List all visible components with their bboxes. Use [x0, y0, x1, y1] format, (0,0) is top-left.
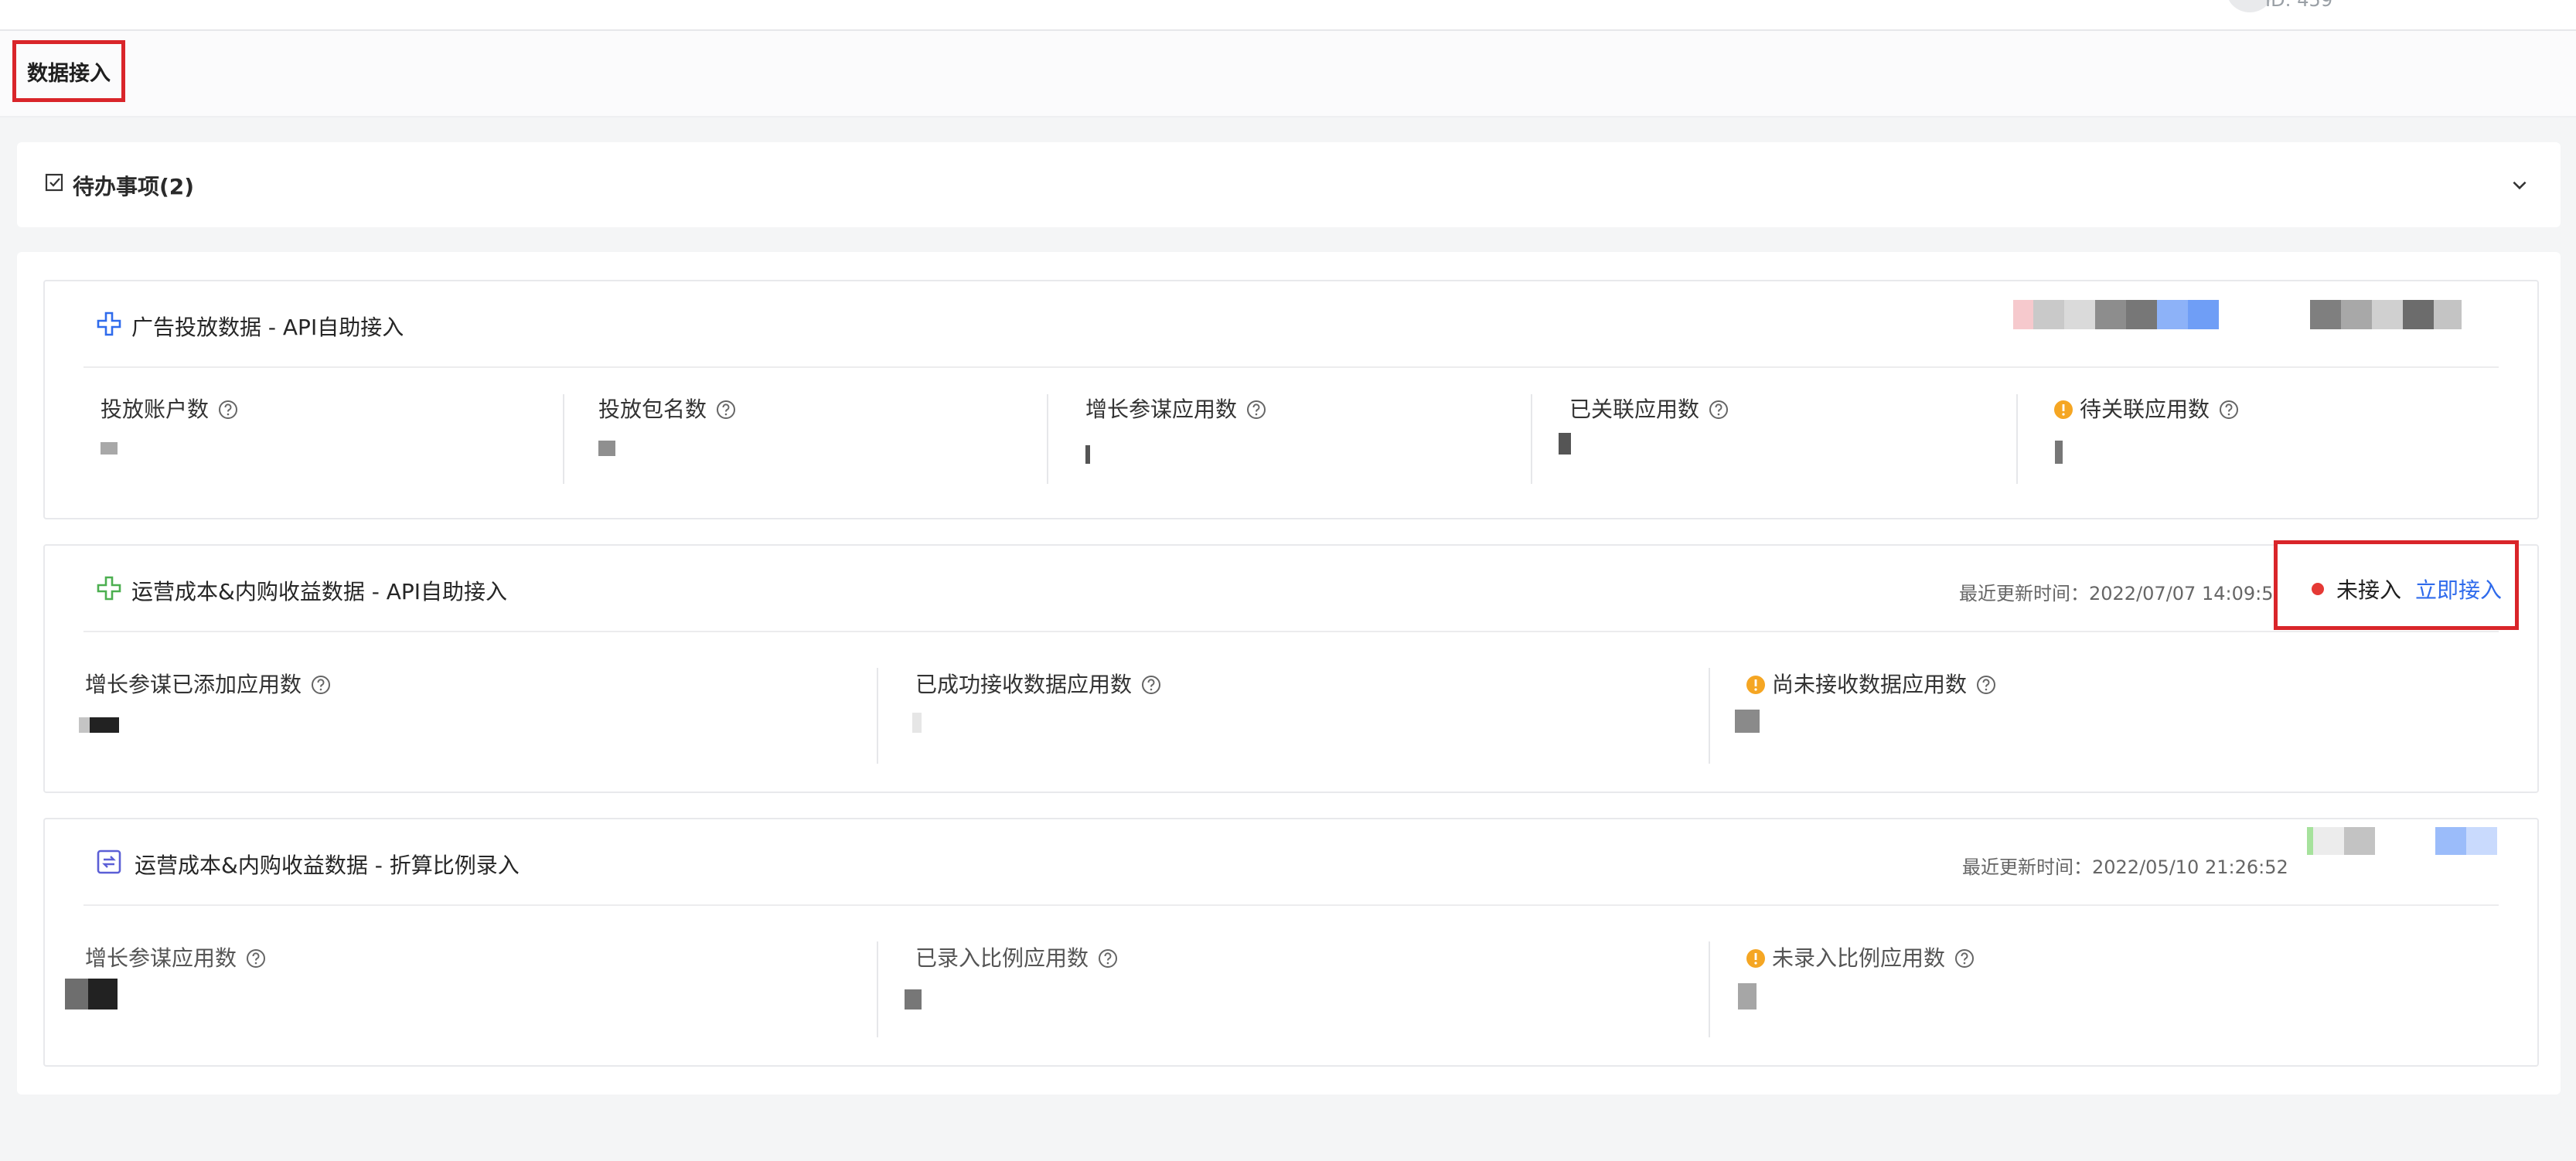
redacted-block	[2126, 300, 2157, 329]
redacted-value	[598, 441, 615, 456]
redacted-value	[1559, 433, 1571, 455]
redacted-value	[1738, 983, 1757, 1009]
status-dot	[2312, 583, 2324, 595]
todo-bar[interactable]: 待办事项(2)	[17, 142, 2561, 227]
warning-icon	[2054, 400, 2073, 419]
stat-label: 增长参谋已添加应用数	[85, 668, 331, 699]
divider	[2016, 394, 2018, 484]
page-header	[0, 31, 2576, 117]
status-text: 未接入	[2336, 577, 2402, 603]
stat-label: 已录入比例应用数	[915, 941, 1118, 972]
help-icon[interactable]	[716, 400, 736, 420]
connect-now-link[interactable]: 立即接入	[2415, 574, 2502, 604]
redacted-block	[2344, 827, 2375, 855]
warning-icon	[1746, 949, 1765, 968]
warning-icon	[1746, 676, 1765, 694]
redacted-value	[90, 717, 119, 733]
divider	[1531, 394, 1532, 484]
redacted-block	[2033, 300, 2064, 329]
plus-cross-icon	[97, 576, 121, 601]
redacted-value	[1085, 445, 1090, 464]
redacted-block	[2435, 827, 2466, 855]
stat-label: 待关联应用数	[2053, 393, 2239, 424]
card-operating-cost-ratio: 运营成本&内购收益数据 - 折算比例录入 最近更新时间：2022/05/10 2…	[43, 818, 2539, 1067]
help-icon[interactable]	[1976, 675, 1996, 695]
help-icon[interactable]	[1098, 948, 1118, 969]
help-icon[interactable]	[311, 675, 331, 695]
todo-label: 待办事项(2)	[73, 174, 195, 199]
help-icon[interactable]	[1954, 948, 1975, 969]
stat-label: 已关联应用数	[1569, 393, 1729, 424]
redacted-value	[1735, 710, 1760, 733]
swap-doc-icon	[97, 849, 121, 874]
redacted-value	[88, 979, 118, 1009]
plus-cross-icon	[97, 312, 121, 336]
checkbox-icon	[45, 173, 63, 192]
stat-label: 尚未接收数据应用数	[1746, 668, 1996, 699]
stat-label: 投放账户数	[101, 393, 238, 424]
divider	[877, 941, 878, 1037]
redacted-block	[2095, 300, 2126, 329]
redacted-block	[2307, 827, 2313, 855]
divider	[1047, 394, 1048, 484]
redacted-block	[2064, 300, 2095, 329]
redacted-block	[2188, 300, 2219, 329]
card-title: 广告投放数据 - API自助接入	[131, 315, 404, 340]
divider	[563, 394, 564, 484]
help-icon[interactable]	[2219, 400, 2239, 420]
card-operating-cost-api: 运营成本&内购收益数据 - API自助接入 最近更新时间：2022/07/07 …	[43, 544, 2539, 793]
divider	[1709, 941, 1710, 1037]
help-icon[interactable]	[1141, 675, 1161, 695]
top-bar: ID: 459	[0, 0, 2576, 31]
redacted-value	[79, 717, 90, 733]
redacted-value	[905, 989, 922, 1009]
card-title: 运营成本&内购收益数据 - API自助接入	[131, 579, 508, 604]
update-time: 最近更新时间：2022/07/07 14:09:53	[1959, 583, 2285, 604]
redacted-value	[65, 979, 88, 1009]
divider	[877, 668, 878, 764]
redacted-block	[2403, 300, 2434, 329]
help-icon[interactable]	[1246, 400, 1266, 420]
card-title: 运营成本&内购收益数据 - 折算比例录入	[135, 853, 520, 878]
page-title: 数据接入	[12, 40, 125, 102]
redacted-block	[2013, 300, 2033, 329]
redacted-block	[2341, 300, 2372, 329]
connection-status: 未接入 立即接入	[2274, 540, 2519, 630]
redacted-block	[2310, 300, 2341, 329]
redacted-value	[101, 442, 118, 455]
redacted-value	[912, 713, 922, 733]
user-id: ID: 459	[2265, 0, 2333, 11]
stat-label: 增长参谋应用数	[1085, 393, 1266, 424]
chevron-down-icon[interactable]	[2510, 175, 2530, 195]
redacted-value	[2055, 441, 2063, 464]
redacted-block	[2434, 300, 2462, 329]
stat-label: 增长参谋应用数	[85, 941, 266, 972]
redacted-block	[2372, 300, 2403, 329]
help-icon[interactable]	[246, 948, 266, 969]
redacted-block	[2313, 827, 2344, 855]
stat-label: 投放包名数	[598, 393, 736, 424]
divider	[1709, 668, 1710, 764]
redacted-block	[2466, 827, 2497, 855]
stat-label: 未录入比例应用数	[1746, 941, 1975, 972]
help-icon[interactable]	[1709, 400, 1729, 420]
stat-label: 已成功接收数据应用数	[915, 668, 1161, 699]
help-icon[interactable]	[218, 400, 238, 420]
redacted-block	[2157, 300, 2188, 329]
update-time: 最近更新时间：2022/05/10 21:26:52	[1962, 856, 2288, 878]
card-ad-data: 广告投放数据 - API自助接入 投放账户数 投放包名数 增长参谋应用数 已关联…	[43, 280, 2539, 519]
